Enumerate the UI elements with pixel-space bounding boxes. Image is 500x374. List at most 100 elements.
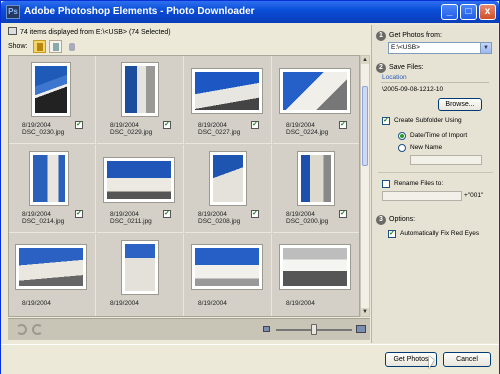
photo-thumbnail[interactable]	[15, 244, 87, 290]
photo-thumbnail[interactable]	[191, 244, 263, 290]
zoom-slider-handle[interactable]	[311, 324, 317, 335]
datetime-radio[interactable]	[398, 132, 406, 140]
scroll-up-arrow-icon[interactable]: ▲	[361, 56, 369, 64]
photo-cell[interactable]: 8/19/2004 DSC_0211.jpg ✓	[97, 145, 184, 233]
minimize-button[interactable]: _	[441, 4, 458, 20]
photo-thumbnail[interactable]	[297, 151, 335, 206]
photo-date: 8/19/2004	[110, 122, 139, 129]
photo-thumbnail[interactable]	[121, 240, 159, 295]
photo-cell[interactable]: 8/19/2004 DSC_0214.jpg ✓	[9, 145, 96, 233]
zoom-out-icon[interactable]	[263, 326, 270, 332]
photo-filename: DSC_0230.jpg	[22, 129, 65, 136]
photo-image	[195, 72, 259, 110]
show-label: Show:	[8, 43, 28, 50]
create-subfolder-checkbox[interactable]: ✓	[382, 117, 390, 125]
scroll-down-arrow-icon[interactable]: ▼	[361, 308, 369, 316]
photo-select-checkbox[interactable]: ✓	[251, 210, 259, 218]
photo-image	[125, 66, 155, 113]
options-label: Options:	[389, 216, 416, 223]
window-title: Adobe Photoshop Elements - Photo Downloa…	[24, 6, 255, 17]
photo-date: 8/19/2004	[22, 300, 51, 307]
photo-image	[107, 161, 171, 199]
photo-cell[interactable]: 8/19/2004 DSC_0230.jpg ✓	[9, 56, 96, 144]
photo-date: 8/19/2004	[286, 211, 315, 218]
cancel-button[interactable]: Cancel	[443, 352, 491, 367]
source-dropdown[interactable]: E:\<USB> ▼	[388, 42, 492, 54]
photo-image	[283, 72, 347, 110]
photo-thumbnail[interactable]	[121, 62, 159, 117]
rename-files-field[interactable]	[382, 191, 462, 201]
photo-date: 8/19/2004	[198, 122, 227, 129]
photo-cell[interactable]: 8/19/2004	[9, 234, 96, 316]
photo-select-checkbox[interactable]: ✓	[75, 210, 83, 218]
rename-files-label: Rename Files to:	[394, 180, 444, 187]
location-path: \2005-09-08-1212-10	[382, 86, 444, 93]
photo-cell[interactable]: 8/19/2004	[97, 234, 184, 316]
photo-date: 8/19/2004	[22, 211, 51, 218]
photo-date: 8/19/2004	[286, 300, 315, 307]
zoom-in-icon[interactable]	[356, 325, 366, 333]
photo-thumbnail[interactable]	[279, 244, 351, 290]
photo-thumbnail[interactable]	[191, 68, 263, 114]
get-photos-from-label: Get Photos from:	[389, 32, 442, 39]
photo-filename: DSC_0224.jpg	[286, 129, 329, 136]
new-name-radio-label: New Name	[410, 144, 443, 151]
show-photos-toggle[interactable]	[33, 40, 46, 53]
photo-filename: DSC_0211.jpg	[110, 218, 152, 225]
photo-cell[interactable]: 8/19/2004 DSC_0224.jpg ✓	[273, 56, 359, 144]
photo-select-checkbox[interactable]: ✓	[163, 121, 171, 129]
maximize-button[interactable]: □	[460, 4, 477, 20]
step-2-badge: 2	[376, 63, 386, 73]
photo-cell[interactable]: 8/19/2004 DSC_0200.jpg ✓	[273, 145, 359, 233]
photo-thumbnail[interactable]	[103, 157, 175, 203]
subfolder-name-field[interactable]	[410, 155, 482, 165]
photo-thumbnail[interactable]	[279, 68, 351, 114]
photo-image	[195, 248, 259, 286]
photo-filename: DSC_0214.jpg	[22, 218, 65, 225]
photo-date: 8/19/2004	[198, 300, 227, 307]
browse-button[interactable]: Browse...	[438, 98, 482, 111]
photo-date: 8/19/2004	[286, 122, 315, 129]
photo-thumbnail[interactable]	[29, 151, 69, 206]
close-button[interactable]: x	[479, 4, 496, 20]
rename-files-checkbox[interactable]	[382, 180, 390, 188]
photo-thumbnail[interactable]	[209, 151, 247, 206]
location-label: Location	[382, 74, 407, 81]
photo-cell[interactable]: 8/19/2004 DSC_0229.jpg ✓	[97, 56, 184, 144]
photo-select-checkbox[interactable]: ✓	[339, 121, 347, 129]
photo-select-checkbox[interactable]: ✓	[75, 121, 83, 129]
fix-red-eyes-checkbox[interactable]: ✓	[388, 230, 396, 238]
video-file-icon	[53, 43, 59, 51]
photo-image	[213, 155, 243, 202]
photo-thumbnail[interactable]	[31, 62, 71, 117]
save-files-label: Save Files:	[389, 64, 424, 71]
photo-select-checkbox[interactable]: ✓	[339, 210, 347, 218]
photo-select-checkbox[interactable]: ✓	[163, 210, 171, 218]
step-3-badge: 3	[376, 215, 386, 225]
show-audio-toggle[interactable]	[65, 40, 78, 53]
photo-image	[283, 248, 347, 286]
photo-cell[interactable]: 8/19/2004	[185, 234, 272, 316]
photo-select-checkbox[interactable]: ✓	[251, 121, 259, 129]
photo-downloader-window: Ps Adobe Photoshop Elements - Photo Down…	[0, 0, 500, 374]
new-name-radio[interactable]	[398, 144, 406, 152]
photo-cell[interactable]: 8/19/2004 DSC_0227.jpg ✓	[185, 56, 272, 144]
create-subfolder-label: Create Subfolder Using	[394, 117, 462, 124]
rotate-left-icon[interactable]	[16, 324, 27, 335]
rename-suffix: +"001"	[464, 192, 484, 199]
photo-cell[interactable]: 8/19/2004	[273, 234, 359, 316]
photo-cell[interactable]: 8/19/2004 DSC_0208.jpg ✓	[185, 145, 272, 233]
title-bar[interactable]: Ps Adobe Photoshop Elements - Photo Down…	[1, 1, 499, 23]
rotate-right-icon[interactable]	[32, 324, 43, 335]
scrollbar-thumb[interactable]	[362, 86, 368, 166]
status-line: 74 items displayed from E:\<USB> (74 Sel…	[8, 27, 171, 38]
thumbnail-scrollbar[interactable]: ▲ ▼	[360, 55, 370, 317]
photo-date: 8/19/2004	[110, 211, 139, 218]
settings-pane: 1 Get Photos from: E:\<USB> ▼ 2 Save Fil…	[371, 25, 498, 343]
thumbnail-grid[interactable]: 8/19/2004 DSC_0230.jpg ✓ 8/19/2004 DSC_0…	[8, 55, 360, 317]
photo-filename: DSC_0227.jpg	[198, 129, 241, 136]
photo-image	[33, 155, 65, 202]
photo-filename: DSC_0229.jpg	[110, 129, 153, 136]
show-video-toggle[interactable]	[49, 40, 62, 53]
photo-file-icon	[37, 43, 43, 51]
